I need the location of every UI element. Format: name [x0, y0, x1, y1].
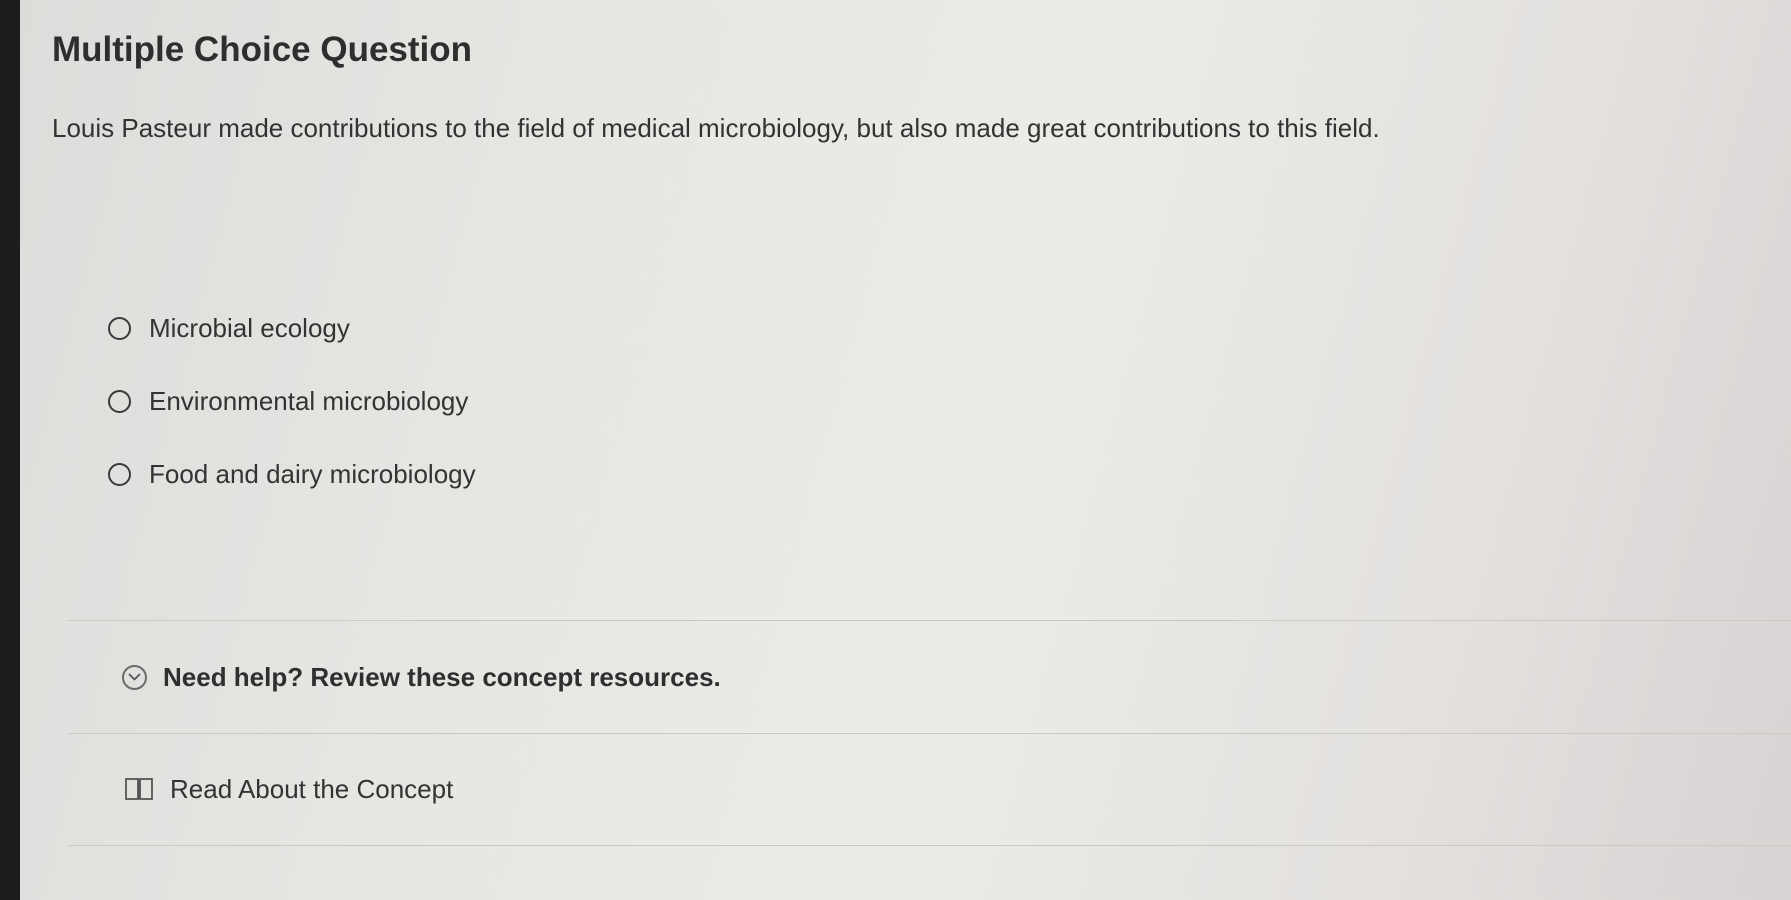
- question-prompt: Louis Pasteur made contributions to the …: [52, 113, 1380, 143]
- radio-button[interactable]: [108, 316, 131, 340]
- resource-item-read-about-concept[interactable]: Read About the Concept: [68, 733, 1791, 846]
- option-label: Environmental microbiology: [149, 385, 469, 416]
- concept-resources-panel: Need help? Review these concept resource…: [68, 620, 1791, 847]
- screen-bezel: [0, 0, 20, 900]
- radio-button[interactable]: [108, 462, 131, 486]
- book-icon: [124, 777, 156, 801]
- answer-option-microbial-ecology[interactable]: Microbial ecology: [108, 308, 476, 348]
- option-label: Food and dairy microbiology: [149, 458, 476, 489]
- answer-option-environmental-microbiology[interactable]: Environmental microbiology: [108, 381, 476, 421]
- question-page: Multiple Choice Question Louis Pasteur m…: [20, 0, 1791, 900]
- radio-button[interactable]: [108, 389, 131, 413]
- option-label: Microbial ecology: [149, 312, 350, 343]
- answer-options: Microbial ecology Environmental microbio…: [108, 308, 476, 527]
- question-title: Multiple Choice Question: [52, 30, 473, 69]
- help-toggle[interactable]: Need help? Review these concept resource…: [68, 621, 1791, 734]
- answer-option-food-and-dairy-microbiology[interactable]: Food and dairy microbiology: [108, 454, 476, 494]
- read-about-concept-link[interactable]: Read About the Concept: [170, 774, 453, 805]
- chevron-down-icon[interactable]: [122, 664, 147, 690]
- help-title: Need help? Review these concept resource…: [163, 661, 721, 692]
